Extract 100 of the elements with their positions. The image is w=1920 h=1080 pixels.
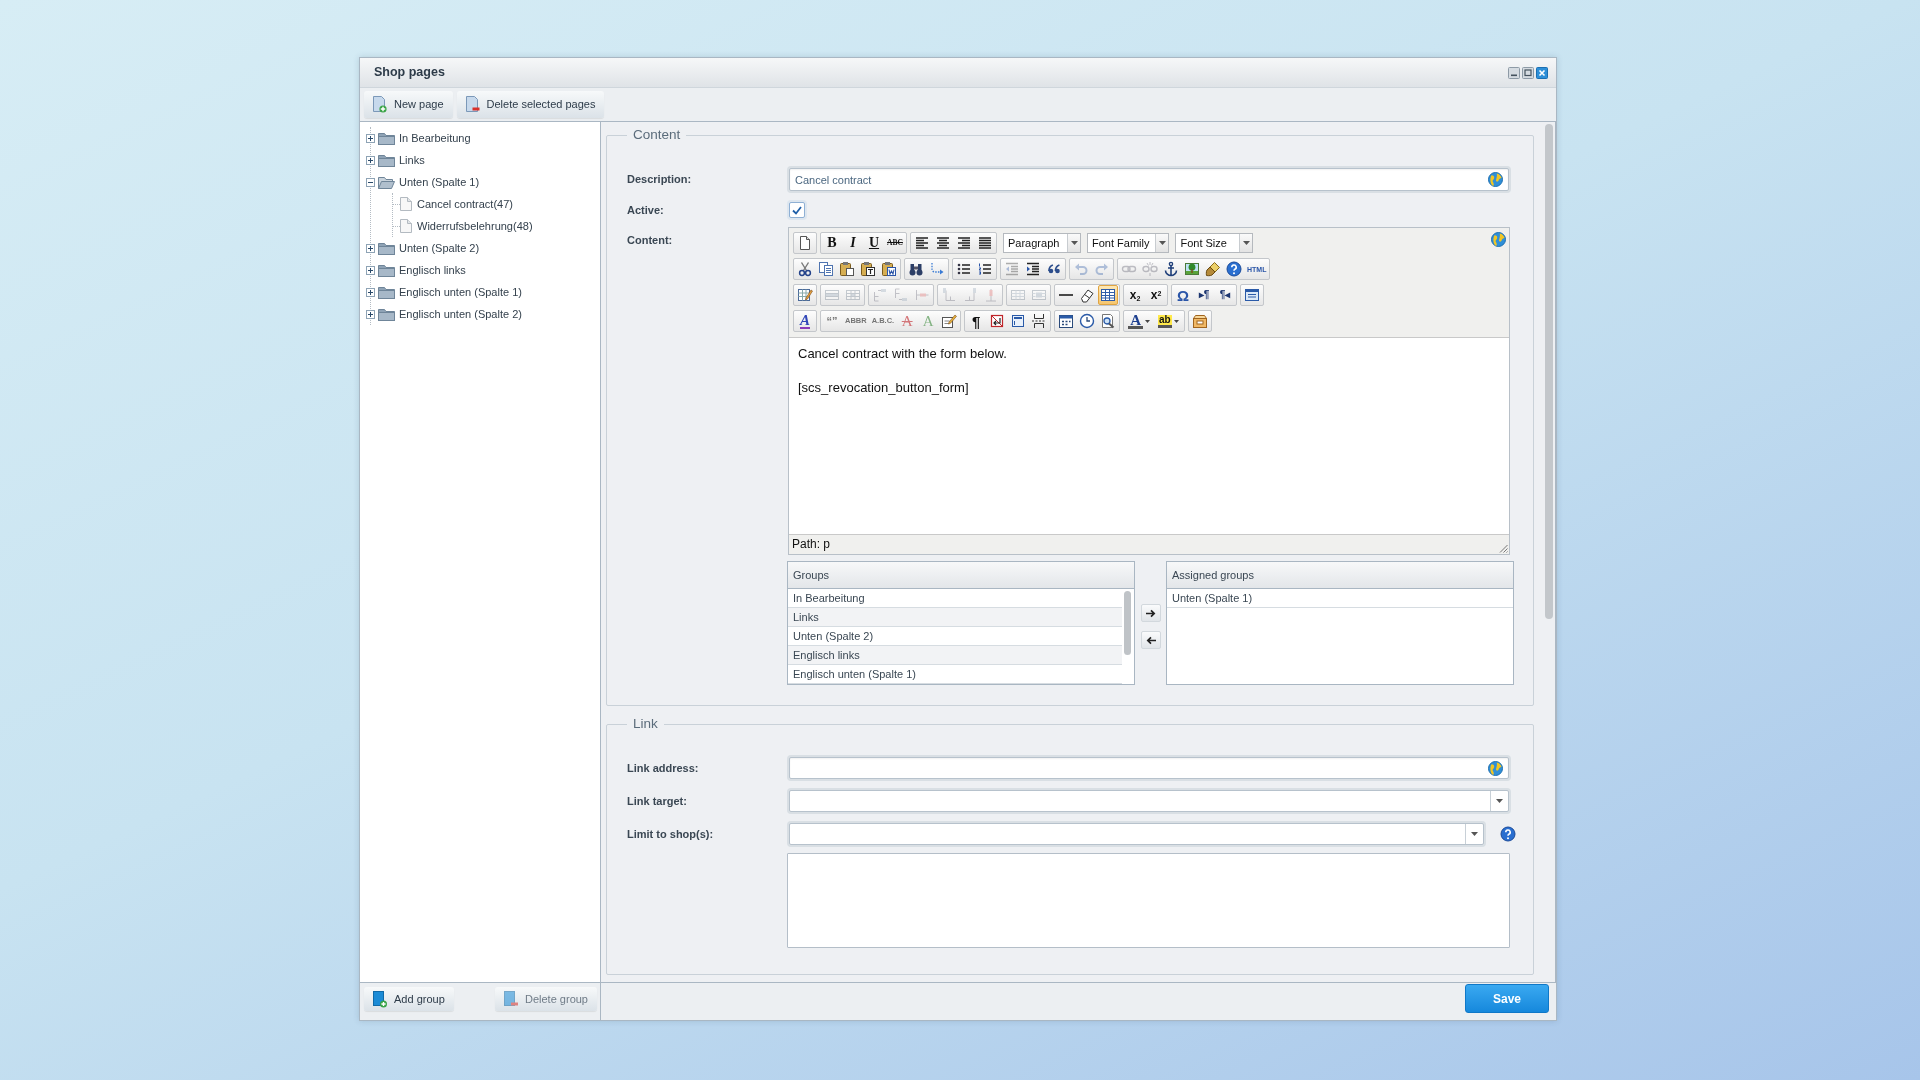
help-icon[interactable]	[1500, 826, 1516, 842]
page-break-icon	[1031, 313, 1048, 329]
underline-button[interactable]: U	[864, 233, 884, 253]
arrow-left-icon	[1145, 635, 1156, 645]
undo-arrow-icon	[1073, 261, 1089, 277]
editor-paragraph: Cancel contract with the form below.	[798, 346, 1008, 362]
expand-icon[interactable]	[366, 287, 375, 297]
tree-item[interactable]: Unten (Spalte 1)	[397, 172, 482, 192]
help-button[interactable]	[1224, 259, 1244, 279]
globe-icon[interactable]	[1488, 172, 1503, 187]
format-dropdown[interactable]: Paragraph	[1003, 233, 1081, 253]
split-cells-icon	[1010, 287, 1026, 303]
binoculars-icon	[908, 261, 924, 277]
dropdown-field[interactable]	[789, 790, 1509, 812]
document-plus-icon	[373, 990, 387, 1008]
editor-content-area[interactable]: Cancel contract with the form below. [scs_revocation_button_form]	[789, 337, 1509, 535]
align-left-icon	[914, 235, 930, 251]
table-cell-icon	[845, 287, 861, 303]
outdent-icon	[1004, 261, 1020, 277]
active-checkbox[interactable]	[789, 202, 805, 218]
caret-icon	[1173, 319, 1179, 323]
section-legend: Content	[627, 128, 687, 142]
collapse-icon[interactable]	[366, 177, 375, 187]
visual-characters-button[interactable]: ¶	[966, 311, 987, 331]
field-label: Limit to shop(s):	[627, 827, 715, 842]
globe-icon[interactable]	[1491, 232, 1506, 247]
italic-button[interactable]: I	[843, 233, 863, 253]
special-character-button[interactable]: Ω	[1173, 285, 1193, 305]
expand-icon[interactable]	[366, 155, 375, 165]
caret-icon	[1070, 241, 1078, 245]
text-color-button[interactable]: A	[1125, 311, 1154, 331]
arrow-right-icon	[1145, 608, 1156, 618]
folder-icon	[378, 131, 395, 145]
dropdown-field[interactable]	[789, 823, 1484, 845]
expand-icon[interactable]	[366, 309, 375, 319]
close-icon[interactable]	[1536, 66, 1548, 79]
tree-picture-icon	[1184, 261, 1200, 277]
expand-icon[interactable]	[366, 265, 375, 275]
description-input[interactable]: Cancel contract	[789, 168, 1509, 191]
move-right-button[interactable]	[1140, 604, 1161, 622]
expand-icon[interactable]	[366, 243, 375, 253]
folder-icon	[378, 153, 395, 167]
tree-item[interactable]: Links	[397, 150, 427, 170]
expand-icon[interactable]	[366, 133, 375, 143]
scrollbar-thumb[interactable]	[1124, 591, 1131, 655]
tree-item[interactable]: Widerrufsbelehrung(48)	[415, 216, 535, 236]
format-dropdown[interactable]: Font Size	[1175, 233, 1254, 253]
delete-pages-button[interactable]: Delete selected pages	[456, 91, 605, 118]
tree-item[interactable]: In Bearbeitung	[397, 128, 473, 148]
move-left-button[interactable]	[1140, 631, 1161, 649]
add-group-button[interactable]: Add group	[364, 987, 454, 1011]
copy-button[interactable]	[816, 259, 836, 279]
tree-item[interactable]: Cancel contract(47)	[415, 194, 515, 214]
list-item[interactable]: Links	[788, 608, 1122, 627]
page-plus-icon	[373, 96, 387, 113]
right-to-left-button[interactable]: ¶◂	[1215, 285, 1235, 305]
delete-column-icon	[983, 287, 999, 303]
page-minus-icon	[465, 96, 480, 113]
tree-item[interactable]: Unten (Spalte 2)	[397, 238, 482, 258]
open-folder-icon	[378, 175, 395, 189]
highlight-color-button[interactable]: ab	[1155, 311, 1183, 331]
visual-aid-button[interactable]	[1098, 285, 1118, 305]
field-label: Content:	[627, 233, 674, 248]
dotted-arrow-icon	[929, 261, 945, 277]
tree-item[interactable]: Englisch unten (Spalte 2)	[397, 304, 524, 324]
resize-grip-icon[interactable]	[1499, 544, 1508, 553]
maximize-icon[interactable]	[1522, 66, 1534, 79]
bulleted-list-icon	[956, 261, 972, 277]
tree-item[interactable]: Englisch unten (Spalte 1)	[397, 282, 524, 302]
globe-icon[interactable]	[1488, 761, 1503, 776]
calendar-icon	[1058, 313, 1075, 329]
minimize-icon[interactable]	[1508, 66, 1520, 79]
list-item[interactable]: Unten (Spalte 1)	[1167, 589, 1513, 608]
style-button[interactable]: A	[795, 311, 815, 331]
document-minus-icon	[504, 990, 518, 1008]
paste-button[interactable]	[837, 259, 857, 279]
panel-window-icon	[1010, 313, 1027, 329]
paste-word-button[interactable]	[879, 259, 899, 279]
new-page-button[interactable]: New page	[364, 91, 453, 118]
superscript-button[interactable]: x$^{2}$	[1146, 285, 1166, 305]
scrollbar-thumb[interactable]	[1545, 124, 1553, 619]
text-input[interactable]	[789, 757, 1509, 779]
left-to-right-button[interactable]: ▸¶	[1194, 285, 1214, 305]
crossed-box-arrow-icon	[989, 313, 1006, 329]
redo-arrow-icon	[1094, 261, 1110, 277]
caret-icon	[1496, 799, 1503, 803]
cleanup-button[interactable]	[1203, 259, 1223, 279]
format-dropdown[interactable]: Font Family	[1087, 233, 1170, 253]
magnifier-page-icon	[1100, 313, 1117, 329]
list-header: Groups	[788, 562, 1134, 589]
caret-icon	[1471, 832, 1478, 836]
list-item[interactable]: Englisch links	[788, 646, 1122, 665]
list-item[interactable]: Englisch unten (Spalte 1)	[788, 665, 1122, 684]
clipboard-icon	[860, 261, 876, 277]
tree-item[interactable]: Englisch links	[397, 260, 468, 280]
checkmark-icon	[792, 205, 802, 215]
subscript-button[interactable]: x$_{2}$	[1125, 285, 1145, 305]
field-label: Description:	[627, 172, 693, 187]
bold-button[interactable]: B	[822, 233, 842, 253]
paste-text-button[interactable]	[858, 259, 878, 279]
